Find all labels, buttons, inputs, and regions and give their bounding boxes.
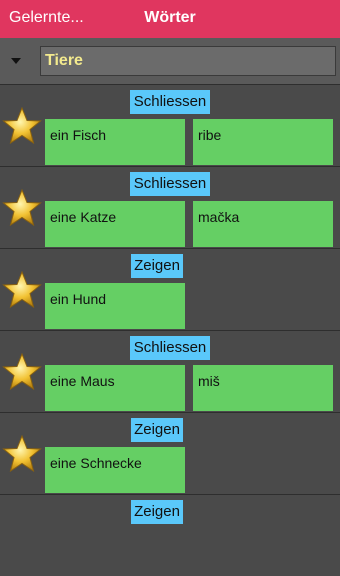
list-item: Zeigen ein Hund: [0, 248, 340, 330]
translation-cell: mačka: [193, 201, 333, 247]
word-cell: eine Maus: [45, 365, 185, 411]
translation-cell: miš: [193, 365, 333, 411]
star-icon[interactable]: [2, 271, 42, 309]
list-item: Schliessen eine Katze mačka: [0, 166, 340, 248]
toggle-button[interactable]: Zeigen: [131, 500, 183, 524]
list-item: Zeigen eine Schnecke: [0, 412, 340, 494]
word-cell: eine Schnecke: [45, 447, 185, 493]
category-field[interactable]: Tiere: [40, 46, 336, 76]
category-label: Tiere: [45, 52, 83, 69]
list-item: Schliessen eine Maus miš: [0, 330, 340, 412]
toggle-button[interactable]: Zeigen: [131, 254, 183, 278]
word-cell: eine Katze: [45, 201, 185, 247]
caret-down-icon[interactable]: [11, 58, 21, 64]
translation-cell: ribe: [193, 119, 333, 165]
list-item: Zeigen: [0, 494, 340, 576]
word-cell: ein Fisch: [45, 119, 185, 165]
star-icon[interactable]: [2, 353, 42, 391]
toggle-button[interactable]: Zeigen: [131, 418, 183, 442]
star-icon[interactable]: [2, 107, 42, 145]
nav-bar: Gelernte... Wörter: [0, 0, 340, 38]
list-item: Schliessen ein Fisch ribe: [0, 84, 340, 166]
star-icon[interactable]: [2, 435, 42, 473]
toggle-button[interactable]: Schliessen: [130, 336, 210, 360]
word-cell: ein Hund: [45, 283, 185, 329]
toggle-button[interactable]: Schliessen: [130, 172, 210, 196]
toggle-button[interactable]: Schliessen: [130, 90, 210, 114]
star-icon[interactable]: [2, 189, 42, 227]
page-title: Wörter: [144, 9, 196, 26]
category-header[interactable]: Tiere: [0, 38, 340, 85]
